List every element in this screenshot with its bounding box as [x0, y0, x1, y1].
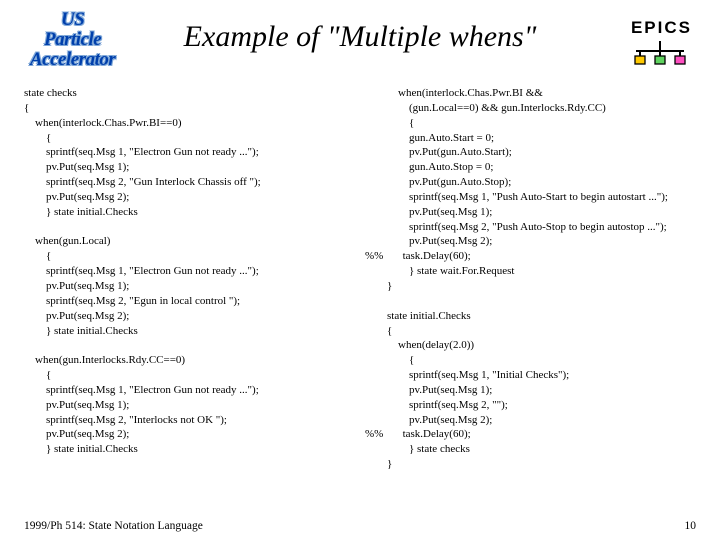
page-number: 10 [685, 520, 697, 532]
code-left-column: state checks { when(interlock.Chas.Pwr.B… [24, 86, 355, 510]
code-right-column: when(interlock.Chas.Pwr.BI && (gun.Local… [365, 86, 696, 510]
page-title: Example of "Multiple whens" [184, 20, 537, 54]
footer-text: 1999/Ph 514: State Notation Language [24, 520, 203, 532]
brand-block: EPICS [631, 18, 692, 67]
logo-line-1: US [30, 10, 115, 30]
footer: 1999/Ph 514: State Notation Language 10 [24, 520, 696, 532]
code-content: state checks { when(interlock.Chas.Pwr.B… [24, 86, 696, 510]
logo-left: US Particle Accelerator [30, 10, 115, 70]
epics-icon [631, 41, 692, 67]
logo-line-3: Accelerator [30, 50, 115, 70]
brand-text: EPICS [631, 18, 692, 38]
logo-line-2: Particle [30, 30, 115, 50]
